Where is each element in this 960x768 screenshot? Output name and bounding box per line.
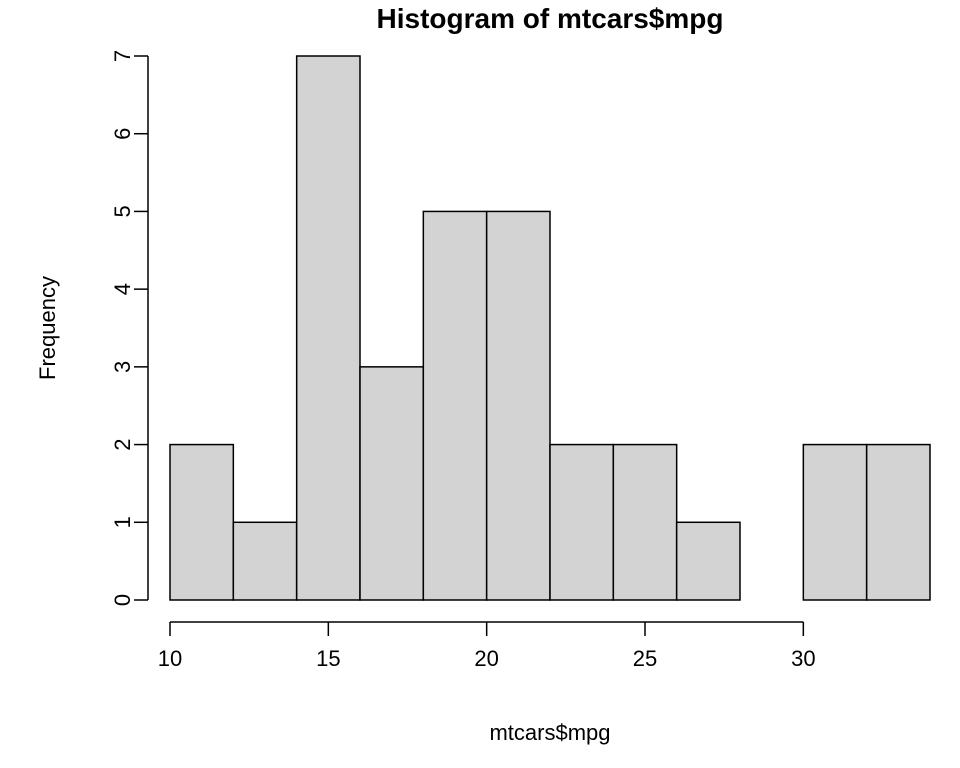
histogram-bar [360,367,423,600]
y-axis-tick-label: 6 [110,128,135,140]
y-axis-tick-label: 4 [110,283,135,295]
x-axis-label: mtcars$mpg [489,720,610,745]
histogram-bar [487,211,550,600]
y-axis-tick-label: 3 [110,361,135,373]
x-axis-tick-label: 15 [316,646,340,671]
histogram-chart: 10 15 20 25 30 0 1 2 3 4 5 6 7 Histogram of mtcars$mp… [0,0,960,768]
x-axis-tick-label: 10 [158,646,182,671]
histogram-bar [803,445,866,600]
histogram-bar [423,211,486,600]
histogram-bar [613,445,676,600]
histogram-bar [297,56,360,600]
histogram-bar [233,522,296,600]
y-axis-tick-label: 0 [110,594,135,606]
histogram-bar [867,445,930,600]
y-axis-tick-label: 2 [110,438,135,450]
histogram-bar [677,522,740,600]
x-axis-tick-label: 20 [474,646,498,671]
y-axis-label: Frequency [35,276,60,380]
x-axis-tick-label: 30 [791,646,815,671]
y-axis-tick-label: 5 [110,205,135,217]
y-axis-tick-label: 1 [110,516,135,528]
x-axis-tick-label: 25 [633,646,657,671]
histogram-bar [550,445,613,600]
histogram-bar [170,445,233,600]
y-axis-tick-label: 7 [110,50,135,62]
chart-title: Histogram of mtcars$mpg [377,3,724,34]
